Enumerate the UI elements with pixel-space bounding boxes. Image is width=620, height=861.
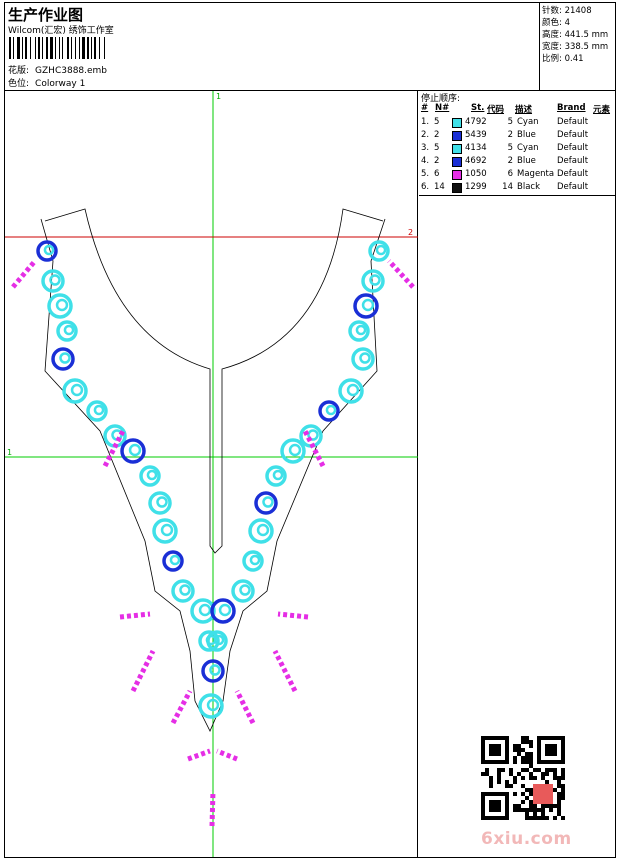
side-divider <box>419 195 615 196</box>
stop-num: 2. <box>421 130 430 140</box>
col-elem: 元素 <box>593 105 611 115</box>
stop-stitches: 4792 <box>465 117 487 127</box>
stop-desc: Cyan <box>517 117 539 127</box>
color-swatch <box>452 118 462 128</box>
horizontal-guide-label: 1 <box>7 448 12 457</box>
colorway-value: Colorway 1 <box>35 79 86 89</box>
col-st: St. <box>471 103 485 113</box>
col-n: N# <box>435 103 450 113</box>
stop-brand: Default <box>557 169 589 179</box>
production-sheet: 生产作业图 Wilcom(汇宏) 绣饰工作室 花版: GZHC3888.emb 色… <box>4 2 616 858</box>
stop-num: 4. <box>421 156 430 166</box>
neckline-outline <box>44 208 384 554</box>
stop-stitches: 5439 <box>465 130 487 140</box>
stop-code: 2 <box>507 130 513 140</box>
stop-stitches: 1050 <box>465 169 487 179</box>
header-panel: 生产作业图 Wilcom(汇宏) 绣饰工作室 花版: GZHC3888.emb 色… <box>5 3 540 91</box>
design-file-row: 花版: GZHC3888.emb <box>8 63 107 76</box>
vertical-guide-label: 1 <box>216 92 221 101</box>
specs-panel: 针数: 21408 颜色: 4 高度: 441.5 mm 宽度: 338.5 m… <box>540 3 615 91</box>
stop-desc: Black <box>517 182 540 192</box>
spec-height: 高度: 441.5 mm <box>542 30 609 40</box>
col-desc: 描述 <box>515 105 533 115</box>
stop-brand: Default <box>557 182 589 192</box>
stop-row: 4. 2 4692 2 Blue Default <box>421 156 613 169</box>
studio-subtitle: Wilcom(汇宏) 绣饰工作室 <box>8 26 114 36</box>
design-file-label: 花版: <box>8 66 30 76</box>
stop-code: 5 <box>507 117 513 127</box>
stop-row: 3. 5 4134 5 Cyan Default <box>421 143 613 156</box>
stop-row: 1. 5 4792 5 Cyan Default <box>421 117 613 130</box>
color-swatch <box>452 183 462 193</box>
stop-needle: 5 <box>434 143 440 153</box>
spec-scale: 比例: 0.41 <box>542 54 584 64</box>
stop-sequence-panel: 停止顺序: # N# St. 代码 描述 Brand 元素 1. 5 4792 5 Cy… <box>419 91 615 857</box>
stop-desc: Blue <box>517 156 536 166</box>
col-code: 代码 <box>487 105 505 115</box>
watermark-logo: 6xiu.com <box>481 829 572 849</box>
stop-needle: 2 <box>434 130 440 140</box>
stop-desc: Blue <box>517 130 536 140</box>
barcode-icon <box>9 37 105 59</box>
stop-num: 1. <box>421 117 430 127</box>
spec-colors: 颜色: 4 <box>542 18 570 28</box>
stop-needle: 6 <box>434 169 440 179</box>
stop-desc: Cyan <box>517 143 539 153</box>
spec-width: 宽度: 338.5 mm <box>542 42 609 52</box>
stop-num: 6. <box>421 182 430 192</box>
stop-stitches: 4134 <box>465 143 487 153</box>
stop-needle: 14 <box>434 182 445 192</box>
stop-brand: Default <box>557 130 589 140</box>
red-guide-label: 2 <box>408 228 413 237</box>
colorway-row: 色位: Colorway 1 <box>8 76 85 89</box>
colorway-label: 色位: <box>8 79 30 89</box>
stop-num: 3. <box>421 143 430 153</box>
stop-brand: Default <box>557 156 589 166</box>
design-canvas: 1 1 2 <box>5 91 418 857</box>
col-num: # <box>421 103 429 113</box>
stop-num: 5. <box>421 169 430 179</box>
embroidery-design: 1 1 2 <box>5 91 418 857</box>
qr-code-icon <box>481 736 565 820</box>
stop-code: 2 <box>507 156 513 166</box>
stop-needle: 2 <box>434 156 440 166</box>
color-swatch <box>452 157 462 167</box>
stop-row: 6. 14 1299 14 Black Default <box>421 182 613 195</box>
stop-code: 5 <box>507 143 513 153</box>
color-swatch <box>452 144 462 154</box>
color-swatch <box>452 131 462 141</box>
stop-desc: Magenta <box>517 169 555 179</box>
stop-row: 5. 6 1050 6 Magenta Default <box>421 169 613 182</box>
page-title: 生产作业图 <box>8 6 84 24</box>
stop-brand: Default <box>557 117 589 127</box>
spec-stitches: 针数: 21408 <box>542 6 592 16</box>
stop-stitches: 1299 <box>465 182 487 192</box>
stop-code: 14 <box>502 182 513 192</box>
color-swatch <box>452 170 462 180</box>
stop-stitches: 4692 <box>465 156 487 166</box>
stop-brand: Default <box>557 143 589 153</box>
stop-code: 6 <box>507 169 513 179</box>
col-brand: Brand <box>557 103 586 113</box>
design-file-value: GZHC3888.emb <box>35 66 108 76</box>
stop-row: 2. 2 5439 2 Blue Default <box>421 130 613 143</box>
stop-needle: 5 <box>434 117 440 127</box>
